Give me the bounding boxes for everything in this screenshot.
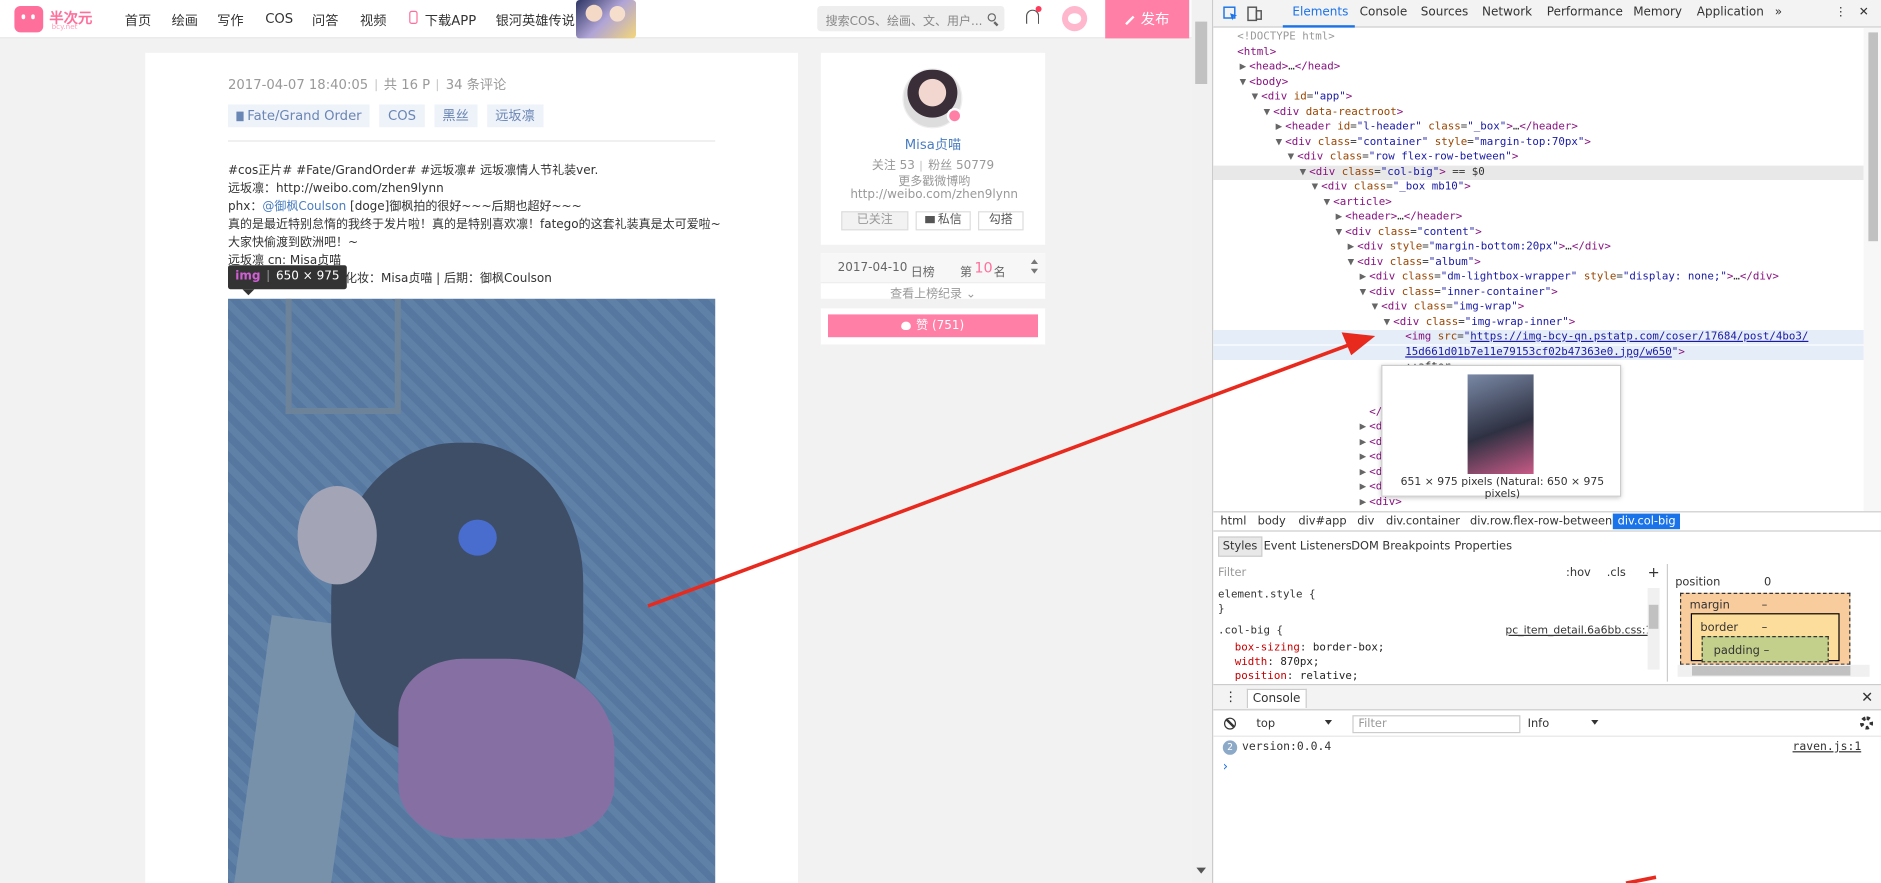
- arrow-line: [647, 341, 1355, 608]
- annotation-arrow: [647, 332, 1657, 883]
- screen: 半次元 bcy.net 首页 绘画 写作 COS 问答 视频 下载APP 银河英…: [0, 0, 1881, 883]
- arrow-head: [1341, 332, 1376, 356]
- arrow-fragment: [1625, 875, 1657, 883]
